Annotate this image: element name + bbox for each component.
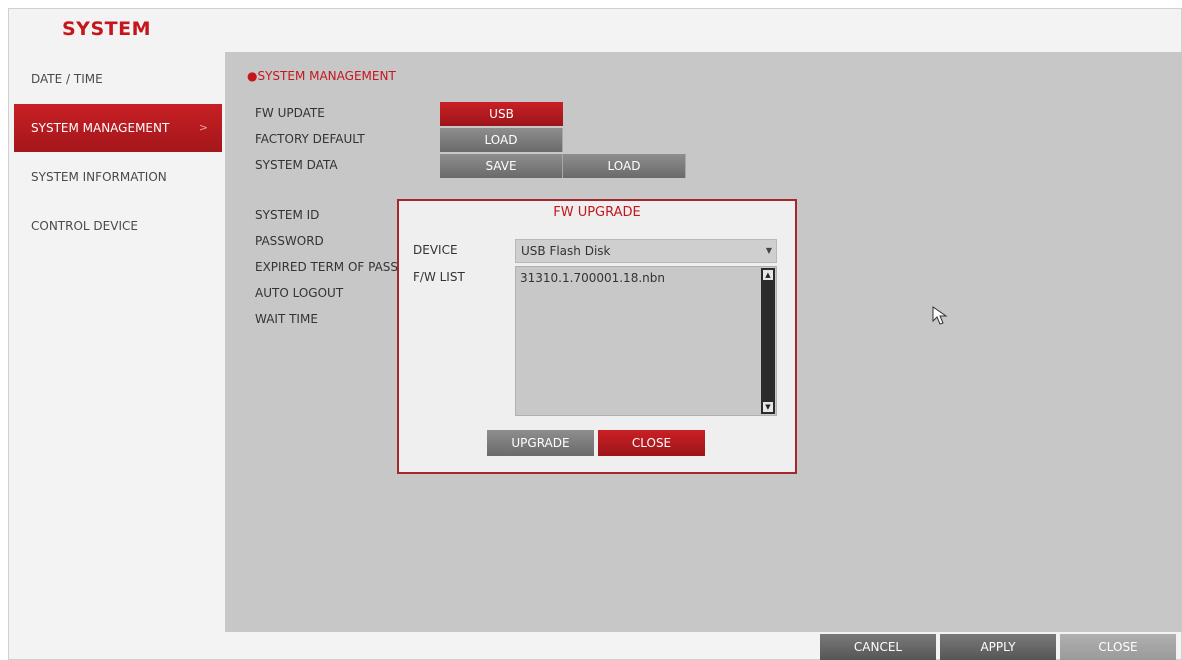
system-data-label: SYSTEM DATA xyxy=(255,158,338,172)
device-label: DEVICE xyxy=(413,243,458,257)
dialog-close-button[interactable]: CLOSE xyxy=(598,430,705,456)
close-button[interactable]: CLOSE xyxy=(1060,634,1176,660)
device-select-value: USB Flash Disk xyxy=(521,244,611,258)
fw-list[interactable]: 31310.1.700001.18.nbn ▲ ▼ xyxy=(515,266,777,416)
system-data-load-button[interactable]: LOAD xyxy=(563,154,686,178)
chevron-right-icon: > xyxy=(198,121,208,134)
sidebar-item-label: DATE / TIME xyxy=(31,72,103,86)
sidebar-item-system-information[interactable]: SYSTEM INFORMATION xyxy=(14,153,222,201)
system-id-label: SYSTEM ID xyxy=(255,208,320,222)
expired-term-label: EXPIRED TERM OF PASS xyxy=(255,260,399,274)
mouse-cursor-icon xyxy=(932,306,948,325)
sidebar-item-label: SYSTEM INFORMATION xyxy=(31,170,167,184)
fw-update-usb-button[interactable]: USB xyxy=(440,102,563,126)
scrollbar[interactable]: ▲ ▼ xyxy=(761,268,775,414)
scroll-up-icon[interactable]: ▲ xyxy=(763,270,773,280)
factory-default-load-button[interactable]: LOAD xyxy=(440,128,563,152)
sidebar-item-system-management[interactable]: SYSTEM MANAGEMENT > xyxy=(14,104,222,152)
app-title: SYSTEM xyxy=(62,18,151,40)
section-title: ●SYSTEM MANAGEMENT xyxy=(247,69,396,83)
scroll-down-icon[interactable]: ▼ xyxy=(763,402,773,412)
password-label: PASSWORD xyxy=(255,234,324,248)
cancel-button[interactable]: CANCEL xyxy=(820,634,936,660)
dialog-title: FW UPGRADE xyxy=(553,205,641,220)
wait-time-label: WAIT TIME xyxy=(255,312,318,326)
sidebar-item-control-device[interactable]: CONTROL DEVICE xyxy=(14,202,222,250)
auto-logout-label: AUTO LOGOUT xyxy=(255,286,344,300)
upgrade-button[interactable]: UPGRADE xyxy=(487,430,594,456)
system-data-save-button[interactable]: SAVE xyxy=(440,154,563,178)
sidebar-item-date-time[interactable]: DATE / TIME xyxy=(14,55,222,103)
fw-update-label: FW UPDATE xyxy=(255,106,325,120)
sidebar-item-label: SYSTEM MANAGEMENT xyxy=(31,121,170,135)
fw-upgrade-dialog: FW UPGRADE DEVICE USB Flash Disk ▼ F/W L… xyxy=(397,199,797,474)
factory-default-label: FACTORY DEFAULT xyxy=(255,132,365,146)
fw-list-label: F/W LIST xyxy=(413,270,465,284)
apply-button[interactable]: APPLY xyxy=(940,634,1056,660)
sidebar-item-label: CONTROL DEVICE xyxy=(31,219,138,233)
list-item[interactable]: 31310.1.700001.18.nbn xyxy=(520,271,665,285)
device-select[interactable]: USB Flash Disk ▼ xyxy=(515,239,777,263)
chevron-down-icon: ▼ xyxy=(765,246,772,255)
